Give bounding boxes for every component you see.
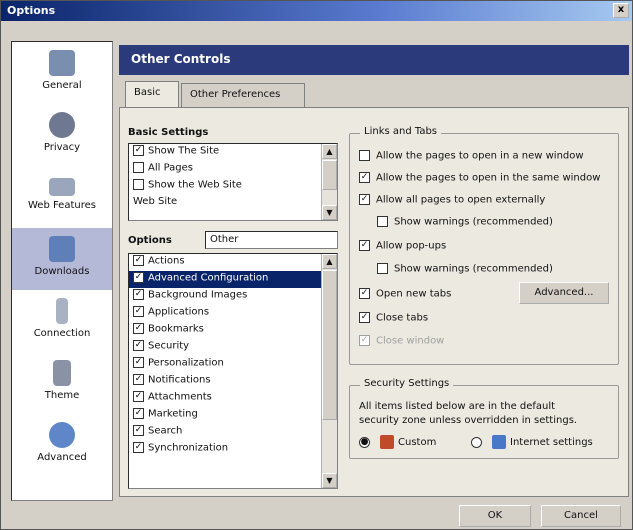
option-allow-popups[interactable]: ✓ Allow pop-ups xyxy=(359,240,446,252)
radio-custom[interactable]: ● Custom xyxy=(359,435,436,449)
cancel-button[interactable]: Cancel xyxy=(541,505,621,527)
list-item[interactable]: ✓ Advanced Configuration xyxy=(129,271,337,288)
web-features-icon xyxy=(49,178,75,196)
connection-icon xyxy=(56,298,68,324)
option-open-new-tabs[interactable]: ✓ Open new tabs xyxy=(359,288,451,300)
scroll-thumb[interactable] xyxy=(322,160,337,190)
list-item[interactable]: ✓ Notifications xyxy=(129,373,337,390)
advanced-icon xyxy=(49,422,75,448)
checkbox[interactable] xyxy=(133,179,144,190)
checkbox[interactable]: ✓ xyxy=(133,323,144,334)
option-same-window[interactable]: ✓ Allow the pages to open in the same win… xyxy=(359,172,600,184)
scroll-down-icon[interactable]: ▼ xyxy=(322,473,337,488)
tab-other-preferences[interactable]: Other Preferences xyxy=(181,83,305,107)
radio[interactable] xyxy=(471,436,482,448)
checkbox[interactable]: ✓ xyxy=(133,272,144,283)
title-bar: Options x xyxy=(1,1,632,21)
checkbox[interactable]: ✓ xyxy=(133,391,144,402)
basic-settings-label: Basic Settings xyxy=(128,127,209,138)
list-item[interactable]: ✓ Search xyxy=(129,424,337,441)
list-item[interactable]: ✓ Synchronization xyxy=(129,441,337,458)
option-close-window: ✓ Close window xyxy=(359,335,445,347)
downloads-icon xyxy=(49,236,75,262)
scroll-up-icon[interactable]: ▲ xyxy=(322,254,337,269)
checkbox[interactable] xyxy=(133,162,144,173)
list-item[interactable]: ✓ Attachments xyxy=(129,390,337,407)
radio-internet[interactable]: Internet settings xyxy=(471,435,593,449)
list-item[interactable]: ✓ Bookmarks xyxy=(129,322,337,339)
list-item[interactable]: ✓ Show The Site xyxy=(129,144,337,161)
security-legend: Security Settings xyxy=(360,378,454,389)
checkbox: ✓ xyxy=(359,335,370,346)
list-item[interactable]: ✓ Actions xyxy=(129,254,337,271)
general-icon xyxy=(49,50,75,76)
links-tabs-legend: Links and Tabs xyxy=(360,126,441,137)
checkbox[interactable]: ✓ xyxy=(133,145,144,156)
basic-settings-list: ✓ Show The Site All Pages Show the Web Si… xyxy=(128,143,338,221)
close-button[interactable]: x xyxy=(613,3,629,18)
option-open-externally[interactable]: ✓ Allow all pages to open externally xyxy=(359,194,545,206)
checkbox[interactable]: ✓ xyxy=(133,340,144,351)
checkbox[interactable] xyxy=(359,150,370,161)
checkbox[interactable]: ✓ xyxy=(133,289,144,300)
globe-icon xyxy=(492,435,506,449)
checkbox[interactable]: ✓ xyxy=(359,312,370,323)
list-item[interactable]: ✓ Personalization xyxy=(129,356,337,373)
scroll-down-icon[interactable]: ▼ xyxy=(322,205,337,220)
list-item[interactable]: ✓ Background Images xyxy=(129,288,337,305)
list-item[interactable]: All Pages xyxy=(129,161,337,178)
theme-icon xyxy=(53,360,71,386)
privacy-icon xyxy=(49,112,75,138)
ok-button[interactable]: OK xyxy=(459,505,531,527)
option-show-warnings-1[interactable]: Show warnings (recommended) xyxy=(377,216,553,228)
checkbox[interactable]: ✓ xyxy=(133,374,144,385)
checkbox[interactable]: ✓ xyxy=(359,240,370,251)
list-item[interactable]: ✓ Applications xyxy=(129,305,337,322)
nav-item-connection[interactable]: Connection xyxy=(12,290,112,352)
options-window: Options x General Privacy Web Features D… xyxy=(0,0,633,530)
nav-item-advanced[interactable]: Advanced xyxy=(12,414,112,476)
nav-item-theme[interactable]: Theme xyxy=(12,352,112,414)
filter-label: Options xyxy=(128,235,172,246)
option-new-window[interactable]: Allow the pages to open in a new window xyxy=(359,150,584,162)
nav-item-privacy[interactable]: Privacy xyxy=(12,104,112,166)
radio[interactable]: ● xyxy=(359,436,370,448)
checkbox[interactable]: ✓ xyxy=(133,408,144,419)
checkbox[interactable]: ✓ xyxy=(133,255,144,266)
list-item[interactable]: ✓ Marketing xyxy=(129,407,337,424)
option-show-warnings-2[interactable]: Show warnings (recommended) xyxy=(377,263,553,275)
filter-input[interactable]: Other xyxy=(205,231,338,249)
window-title: Options xyxy=(7,4,56,17)
list-item[interactable]: Show the Web Site xyxy=(129,178,337,195)
checkbox[interactable]: ✓ xyxy=(133,306,144,317)
nav-item-web-features[interactable]: Web Features xyxy=(12,166,112,228)
scrollbar[interactable]: ▲ ▼ xyxy=(321,254,337,488)
section-header: Other Controls xyxy=(119,45,629,75)
security-description-2: security zone unless overridden in setti… xyxy=(359,415,578,426)
checkbox[interactable] xyxy=(377,216,388,227)
category-sidebar: General Privacy Web Features Downloads C… xyxy=(11,41,113,501)
checkbox[interactable] xyxy=(377,263,388,274)
advanced-button[interactable]: Advanced... xyxy=(519,282,609,304)
scroll-up-icon[interactable]: ▲ xyxy=(322,144,337,159)
scrollbar[interactable]: ▲ ▼ xyxy=(321,144,337,220)
list-item[interactable]: ✓ Security xyxy=(129,339,337,356)
shield-icon xyxy=(380,435,394,449)
nav-item-downloads[interactable]: Downloads xyxy=(12,228,112,290)
scroll-thumb[interactable] xyxy=(322,270,337,420)
checkbox[interactable]: ✓ xyxy=(133,425,144,436)
option-close-tabs[interactable]: ✓ Close tabs xyxy=(359,312,428,324)
security-description-1: All items listed below are in the defaul… xyxy=(359,401,556,412)
tab-basic[interactable]: Basic xyxy=(125,81,179,107)
features-list: ✓ Actions ✓ Advanced Configuration ✓ Backgr… xyxy=(128,253,338,489)
checkbox[interactable]: ✓ xyxy=(133,442,144,453)
checkbox[interactable]: ✓ xyxy=(359,172,370,183)
checkbox[interactable]: ✓ xyxy=(359,194,370,205)
nav-item-general[interactable]: General xyxy=(12,42,112,104)
checkbox[interactable]: ✓ xyxy=(359,288,370,299)
checkbox[interactable]: ✓ xyxy=(133,357,144,368)
list-item[interactable]: Web Site xyxy=(129,195,337,212)
